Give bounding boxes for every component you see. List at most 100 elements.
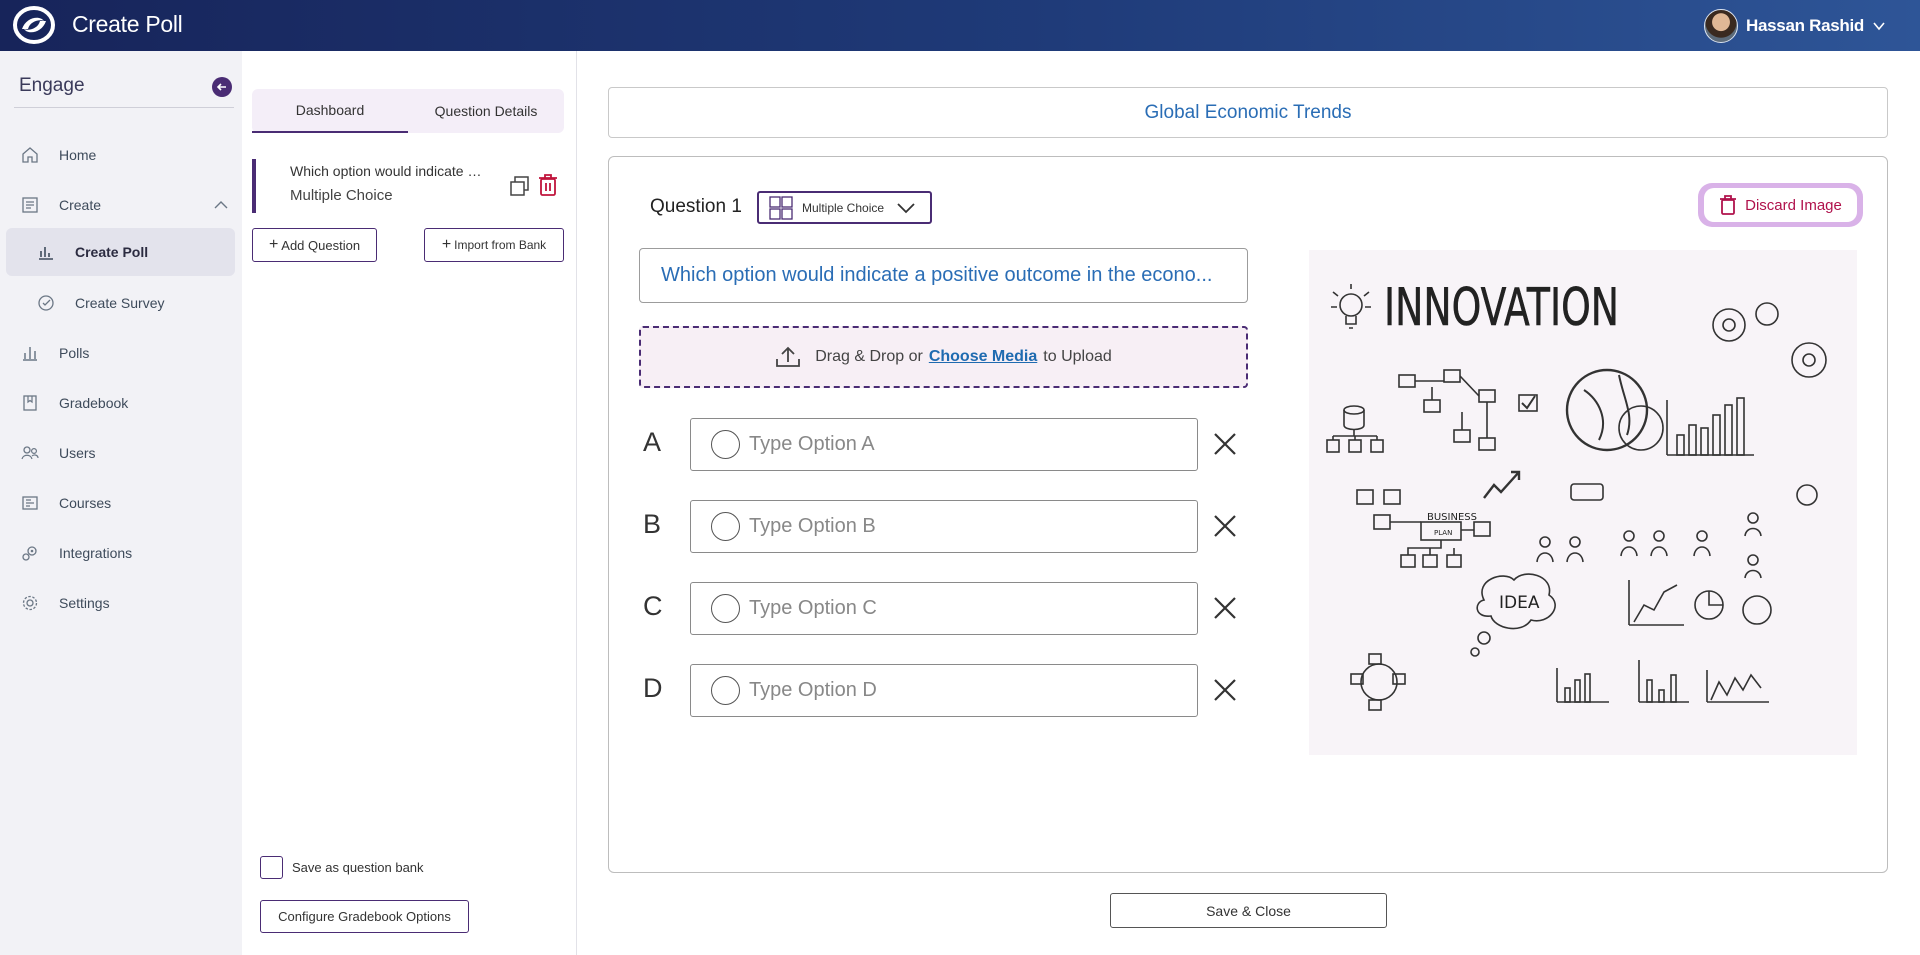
sidebar-item-label: Settings bbox=[59, 595, 110, 611]
duplicate-icon[interactable] bbox=[508, 174, 532, 198]
sidebar-title: Engage bbox=[19, 75, 85, 96]
option-c-input[interactable]: Type Option C bbox=[690, 582, 1198, 635]
sidebar-item-label: Create Survey bbox=[75, 295, 165, 311]
chevron-down-icon bbox=[1873, 22, 1885, 31]
app-title: Create Poll bbox=[72, 11, 183, 37]
image-plan-label: PLAN bbox=[1434, 529, 1452, 537]
sidebar: Engage Home Create Create Poll Create Su… bbox=[0, 51, 242, 955]
chevron-down-icon bbox=[897, 202, 915, 213]
integrations-icon bbox=[22, 546, 37, 561]
tab-question-details[interactable]: Question Details bbox=[408, 89, 564, 133]
close-icon[interactable] bbox=[1212, 595, 1238, 621]
sidebar-item-users[interactable]: Users bbox=[0, 429, 242, 477]
import-from-bank-button[interactable]: + Import from Bank bbox=[424, 228, 564, 262]
close-icon[interactable] bbox=[1212, 513, 1238, 539]
sidebar-item-create-poll[interactable]: Create Poll bbox=[6, 228, 235, 276]
question-item-type: Multiple Choice bbox=[290, 187, 393, 204]
option-radio[interactable] bbox=[711, 430, 740, 459]
save-and-close-button[interactable]: Save & Close bbox=[1110, 893, 1387, 928]
close-icon[interactable] bbox=[1212, 431, 1238, 457]
trash-icon[interactable] bbox=[537, 173, 559, 197]
question-number-label: Question 1 bbox=[650, 196, 742, 217]
sidebar-item-label: Integrations bbox=[59, 545, 133, 561]
add-question-label: Add Question bbox=[281, 237, 361, 253]
question-text-input[interactable]: Which option would indicate a positive o… bbox=[639, 248, 1248, 303]
sidebar-item-integrations[interactable]: Integrations bbox=[0, 529, 242, 577]
sidebar-item-gradebook[interactable]: Gradebook bbox=[0, 379, 242, 427]
sidebar-item-label: Home bbox=[59, 147, 97, 163]
top-bar: Create Poll Hassan Rashid bbox=[0, 0, 1920, 51]
choose-media-link[interactable]: Choose Media bbox=[929, 348, 1037, 366]
panel-tabs: Dashboard Question Details bbox=[252, 89, 564, 133]
option-radio[interactable] bbox=[711, 512, 740, 541]
save-as-bank-label: Save as question bank bbox=[292, 860, 424, 875]
image-business-label: BUSINESS bbox=[1427, 512, 1477, 523]
poll-title-input[interactable]: Global Economic Trends bbox=[608, 87, 1888, 138]
discard-image-label: Discard Image bbox=[1745, 196, 1842, 214]
save-as-bank-checkbox[interactable] bbox=[260, 856, 283, 879]
user-name: Hassan Rashid bbox=[1746, 16, 1864, 35]
close-icon[interactable] bbox=[1212, 677, 1238, 703]
option-placeholder: Type Option C bbox=[749, 597, 877, 619]
question-item-text: Which option would indicate a positive o… bbox=[290, 163, 486, 179]
logo-icon bbox=[13, 6, 55, 44]
multiple-choice-icon bbox=[769, 195, 793, 220]
plus-icon: + bbox=[268, 236, 279, 253]
option-radio[interactable] bbox=[711, 676, 740, 705]
divider bbox=[14, 107, 234, 108]
courses-icon bbox=[22, 496, 38, 510]
sidebar-item-polls[interactable]: Polls bbox=[0, 329, 242, 377]
collapse-sidebar-button[interactable] bbox=[212, 77, 232, 97]
sidebar-item-settings[interactable]: Settings bbox=[0, 579, 242, 627]
arrow-left-icon bbox=[216, 83, 226, 91]
book-icon bbox=[23, 395, 37, 411]
sidebar-item-home[interactable]: Home bbox=[0, 131, 242, 179]
import-from-bank-label: Import from Bank bbox=[454, 238, 547, 252]
sidebar-item-label: Polls bbox=[59, 345, 90, 361]
survey-icon bbox=[38, 295, 54, 311]
sidebar-item-label: Gradebook bbox=[59, 395, 129, 411]
option-placeholder: Type Option D bbox=[749, 679, 877, 701]
option-radio[interactable] bbox=[711, 594, 740, 623]
question-type-value: Multiple Choice bbox=[802, 200, 885, 215]
option-a-input[interactable]: Type Option A bbox=[690, 418, 1198, 471]
sidebar-item-label: Courses bbox=[59, 495, 112, 511]
option-letter: B bbox=[643, 509, 662, 539]
home-icon bbox=[22, 147, 38, 163]
option-d-input[interactable]: Type Option D bbox=[690, 664, 1198, 717]
discard-image-inner: Discard Image bbox=[1704, 188, 1857, 222]
bar-chart-icon bbox=[23, 347, 37, 361]
users-icon bbox=[21, 446, 39, 460]
upload-suffix: to Upload bbox=[1043, 348, 1112, 365]
discard-image-button[interactable]: Discard Image bbox=[1698, 183, 1863, 227]
sidebar-item-label: Create bbox=[59, 197, 102, 213]
gear-icon bbox=[22, 595, 38, 611]
sidebar-item-courses[interactable]: Courses bbox=[0, 479, 242, 527]
create-icon bbox=[22, 197, 38, 213]
sidebar-item-create-survey[interactable]: Create Survey bbox=[0, 279, 242, 327]
avatar bbox=[1704, 9, 1739, 43]
option-placeholder: Type Option A bbox=[749, 433, 875, 455]
image-heading: INNOVATION bbox=[1384, 278, 1619, 338]
media-dropzone[interactable]: Drag & Drop or Choose Media to Upload bbox=[639, 326, 1248, 388]
chevron-up-icon bbox=[214, 201, 228, 209]
upload-icon bbox=[776, 346, 801, 367]
trash-icon bbox=[1720, 195, 1737, 215]
configure-gradebook-button[interactable]: Configure Gradebook Options bbox=[260, 900, 469, 933]
question-type-select[interactable]: Multiple Choice bbox=[757, 191, 932, 224]
sidebar-item-create[interactable]: Create bbox=[0, 181, 242, 229]
option-letter: D bbox=[643, 673, 663, 703]
upload-prefix: Drag & Drop or bbox=[815, 348, 923, 365]
option-letter: C bbox=[643, 591, 663, 621]
user-menu[interactable]: Hassan Rashid bbox=[1704, 9, 1886, 43]
question-list-panel: Dashboard Question Details Which option … bbox=[242, 51, 577, 955]
option-b-input[interactable]: Type Option B bbox=[690, 500, 1198, 553]
option-placeholder: Type Option B bbox=[749, 515, 876, 537]
image-idea-label: IDEA bbox=[1499, 593, 1540, 613]
question-list-item[interactable]: Which option would indicate a positive o… bbox=[252, 159, 564, 213]
add-question-button[interactable]: + Add Question bbox=[252, 228, 377, 262]
sidebar-item-label: Users bbox=[59, 445, 96, 461]
poll-icon bbox=[39, 247, 53, 260]
sidebar-item-label: Create Poll bbox=[75, 244, 149, 260]
tab-dashboard[interactable]: Dashboard bbox=[252, 89, 408, 133]
